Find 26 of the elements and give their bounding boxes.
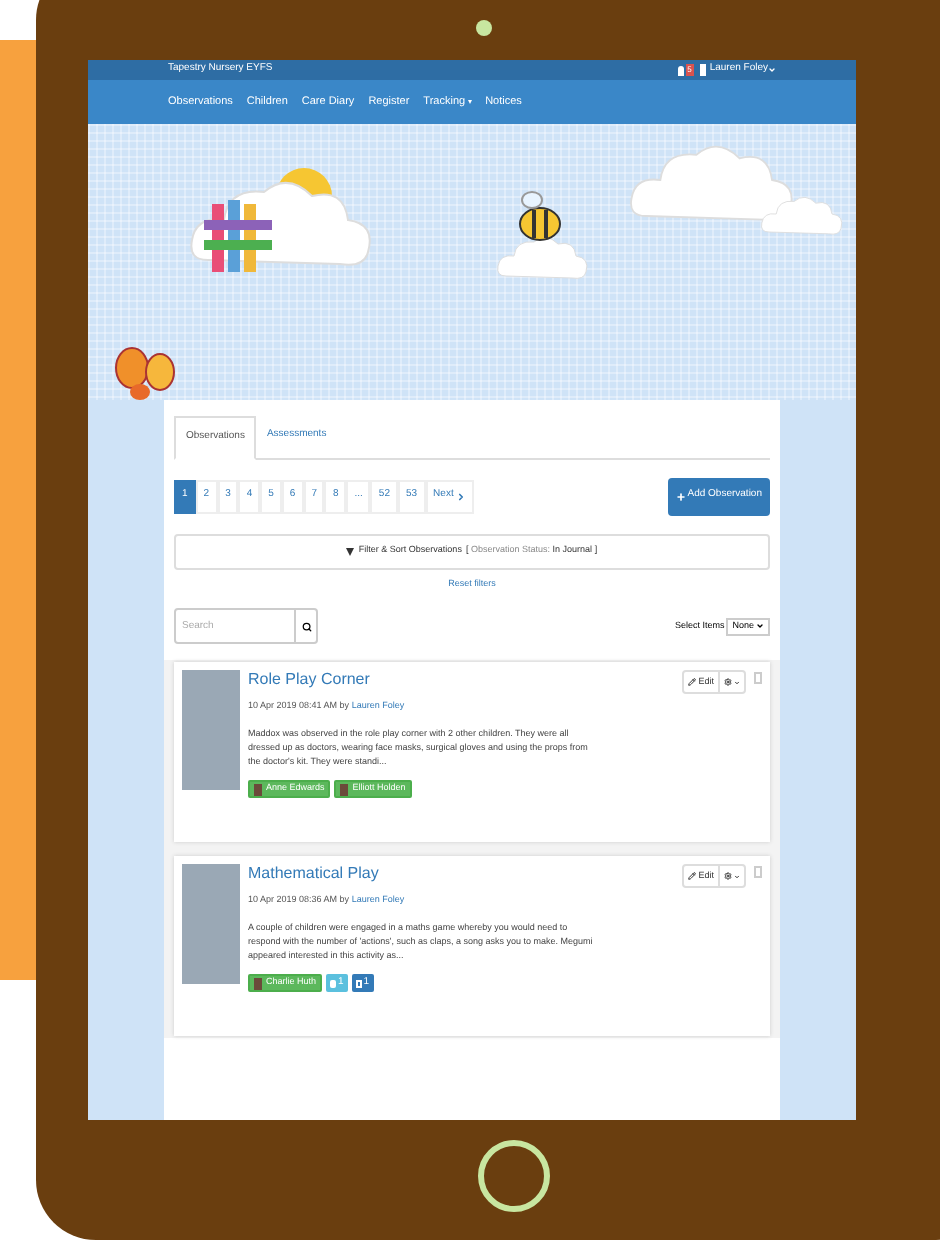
caret-icon	[768, 66, 776, 74]
bell-icon	[677, 65, 684, 75]
home-button[interactable]	[478, 1140, 550, 1212]
photo-placeholder	[182, 864, 240, 985]
gear-icon	[724, 872, 732, 881]
ribbon-logo	[204, 200, 272, 272]
chevron-right-icon	[455, 491, 466, 501]
filter-icon	[346, 547, 355, 555]
photo-placeholder	[182, 670, 240, 791]
search-button[interactable]	[296, 608, 318, 645]
child-avatar-icon	[254, 977, 262, 989]
plus-icon	[675, 491, 686, 501]
bee-drawing	[519, 191, 561, 241]
child-avatar-icon	[340, 783, 349, 795]
search-icon	[301, 621, 311, 632]
pencil-icon	[688, 678, 697, 687]
select-checkbox[interactable]	[754, 672, 762, 685]
observation-title[interactable]: Mathematical Play	[248, 864, 675, 885]
child-avatar-icon	[254, 783, 262, 795]
cloud	[497, 237, 588, 279]
select-checkbox[interactable]	[754, 866, 762, 879]
gear-icon	[724, 678, 732, 687]
butterfly-drawing	[115, 347, 175, 400]
caret-icon	[467, 100, 472, 104]
observation-title[interactable]: Role Play Corner	[248, 670, 675, 691]
pencil-icon	[688, 872, 697, 881]
